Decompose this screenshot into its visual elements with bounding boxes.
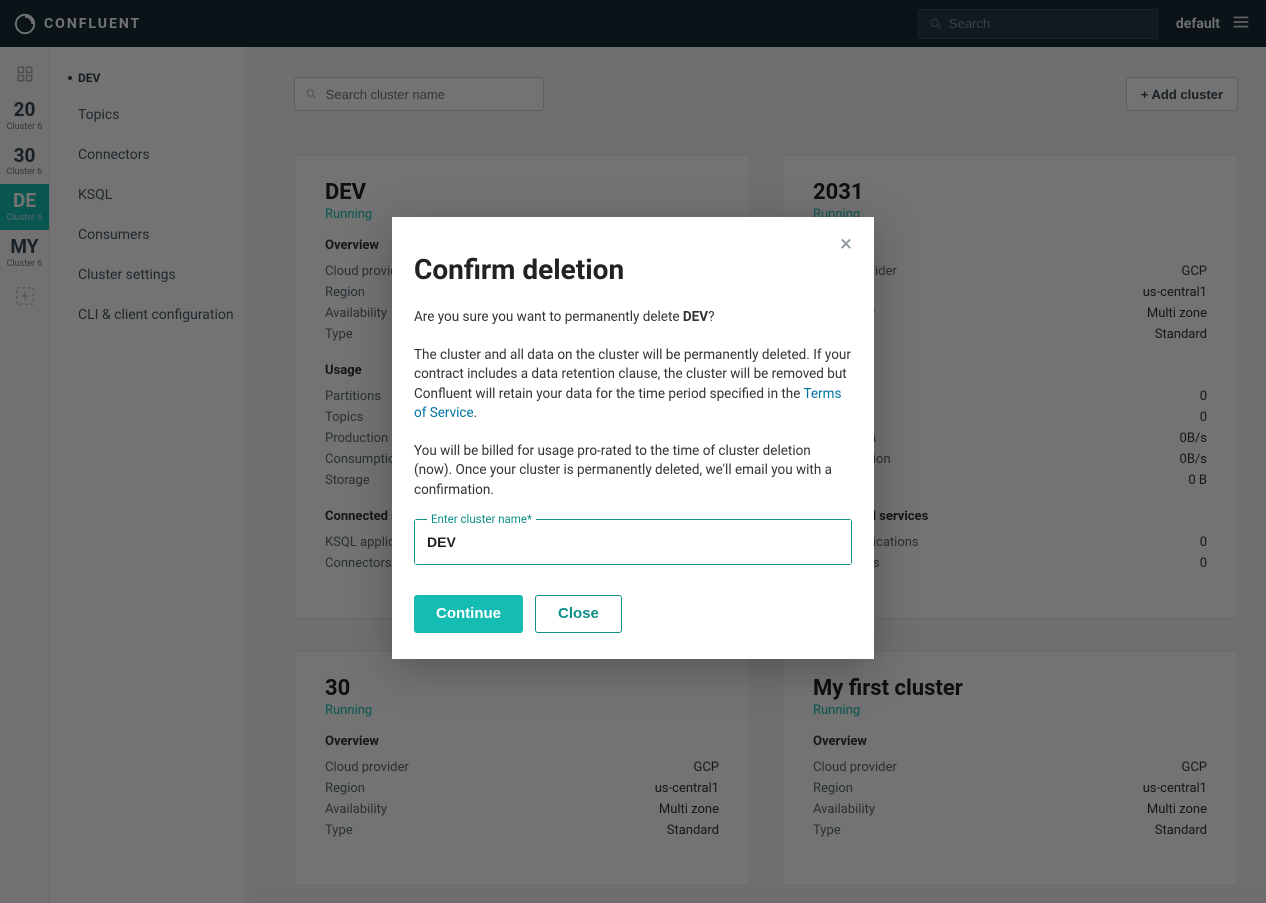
modal-billing-text: You will be billed for usage pro-rated t… [414, 442, 852, 501]
close-button[interactable]: Close [535, 595, 622, 633]
modal-retention-text: The cluster and all data on the cluster … [414, 346, 852, 424]
modal-title: Confirm deletion [414, 253, 852, 286]
cluster-name-field[interactable]: Enter cluster name* [414, 519, 852, 565]
modal-actions: Continue Close [414, 595, 852, 633]
confirm-delete-modal: × Confirm deletion Are you sure you want… [392, 217, 874, 659]
modal-target-name: DEV [683, 309, 708, 325]
modal-question: Are you sure you want to permanently del… [414, 308, 852, 328]
cluster-name-input[interactable] [415, 520, 851, 564]
modal-close-x[interactable]: × [834, 233, 858, 257]
cluster-name-label: Enter cluster name* [427, 512, 536, 526]
continue-button[interactable]: Continue [414, 595, 523, 633]
